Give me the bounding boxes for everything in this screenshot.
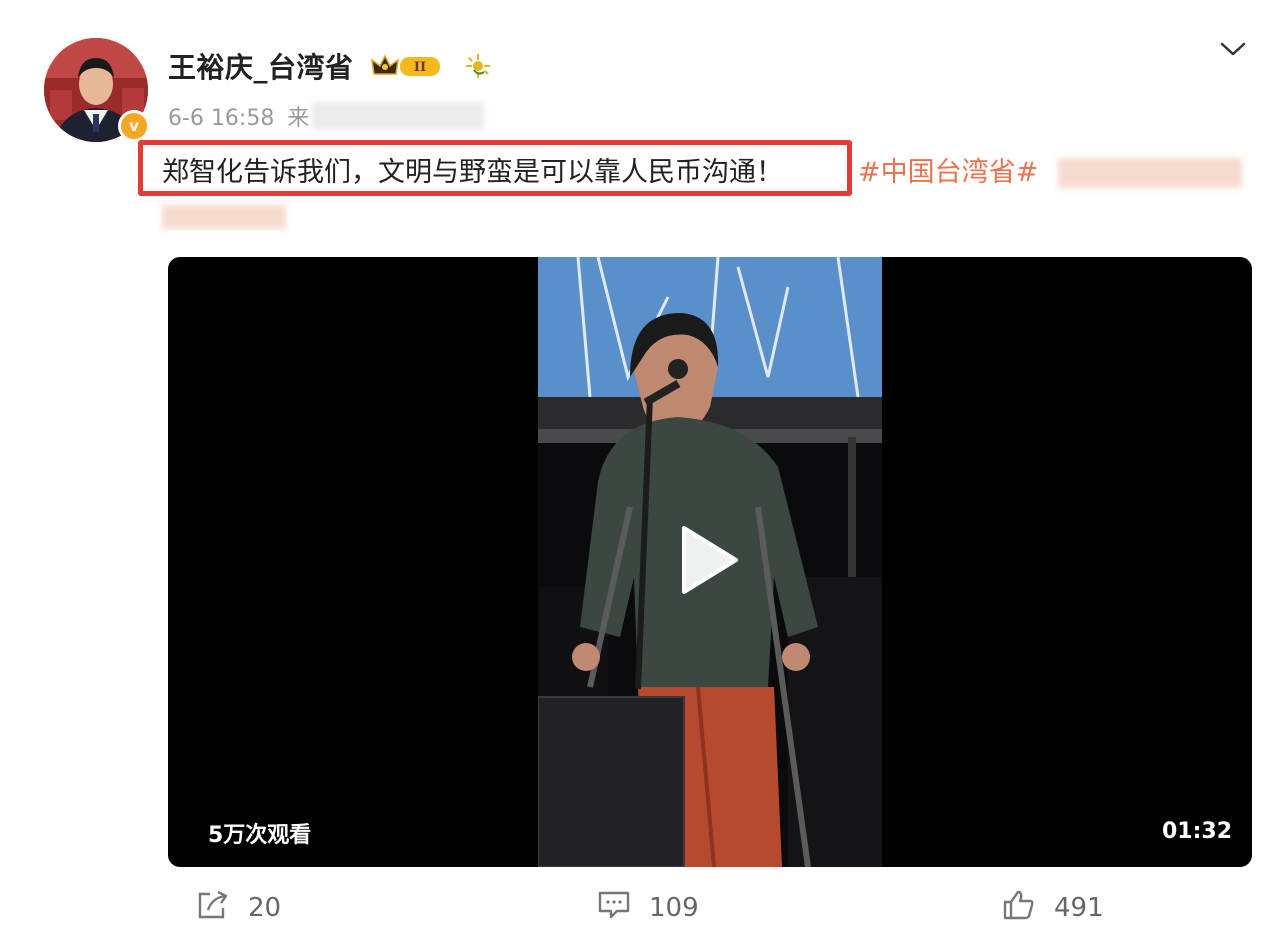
sun-badge-icon: [464, 52, 492, 80]
timestamp-text: 6-6 16:58: [168, 106, 275, 131]
hashtag-link[interactable]: #中国台湾省#: [858, 150, 1038, 189]
comment-count: 109: [649, 893, 699, 923]
post-timestamp[interactable]: 6-6 16:58 来: [168, 100, 309, 132]
like-button[interactable]: 491: [1002, 890, 1104, 926]
source-prefix: 来: [287, 106, 310, 131]
verified-badge: v: [118, 110, 150, 142]
play-icon[interactable]: [678, 522, 740, 598]
video-player[interactable]: 5万次观看 01:32: [168, 257, 1252, 867]
share-icon: [196, 890, 248, 927]
comment-icon: [597, 890, 649, 927]
blurred-source: [312, 102, 484, 130]
like-count: 491: [1054, 893, 1104, 923]
blurred-text-2: [162, 205, 286, 229]
level-badge-text: II: [414, 60, 426, 75]
crown-badge-icon: II: [370, 52, 444, 80]
video-duration: 01:32: [1161, 819, 1232, 844]
weibo-post: v 王裕庆_台湾省 II 6-6 16:58 来 郑智化告诉我们，文明与野蛮是可…: [0, 0, 1282, 940]
comment-button[interactable]: 109: [597, 890, 699, 926]
post-text: 郑智化告诉我们，文明与野蛮是可以靠人民币沟通！: [162, 157, 783, 188]
share-count: 20: [248, 893, 282, 923]
share-button[interactable]: 20: [196, 890, 281, 926]
like-icon: [1002, 889, 1054, 928]
blurred-text-1: [1058, 158, 1242, 188]
author-name[interactable]: 王裕庆_台湾省: [168, 46, 354, 86]
view-count: 5万次观看: [208, 823, 312, 848]
chevron-down-icon[interactable]: [1218, 38, 1248, 60]
